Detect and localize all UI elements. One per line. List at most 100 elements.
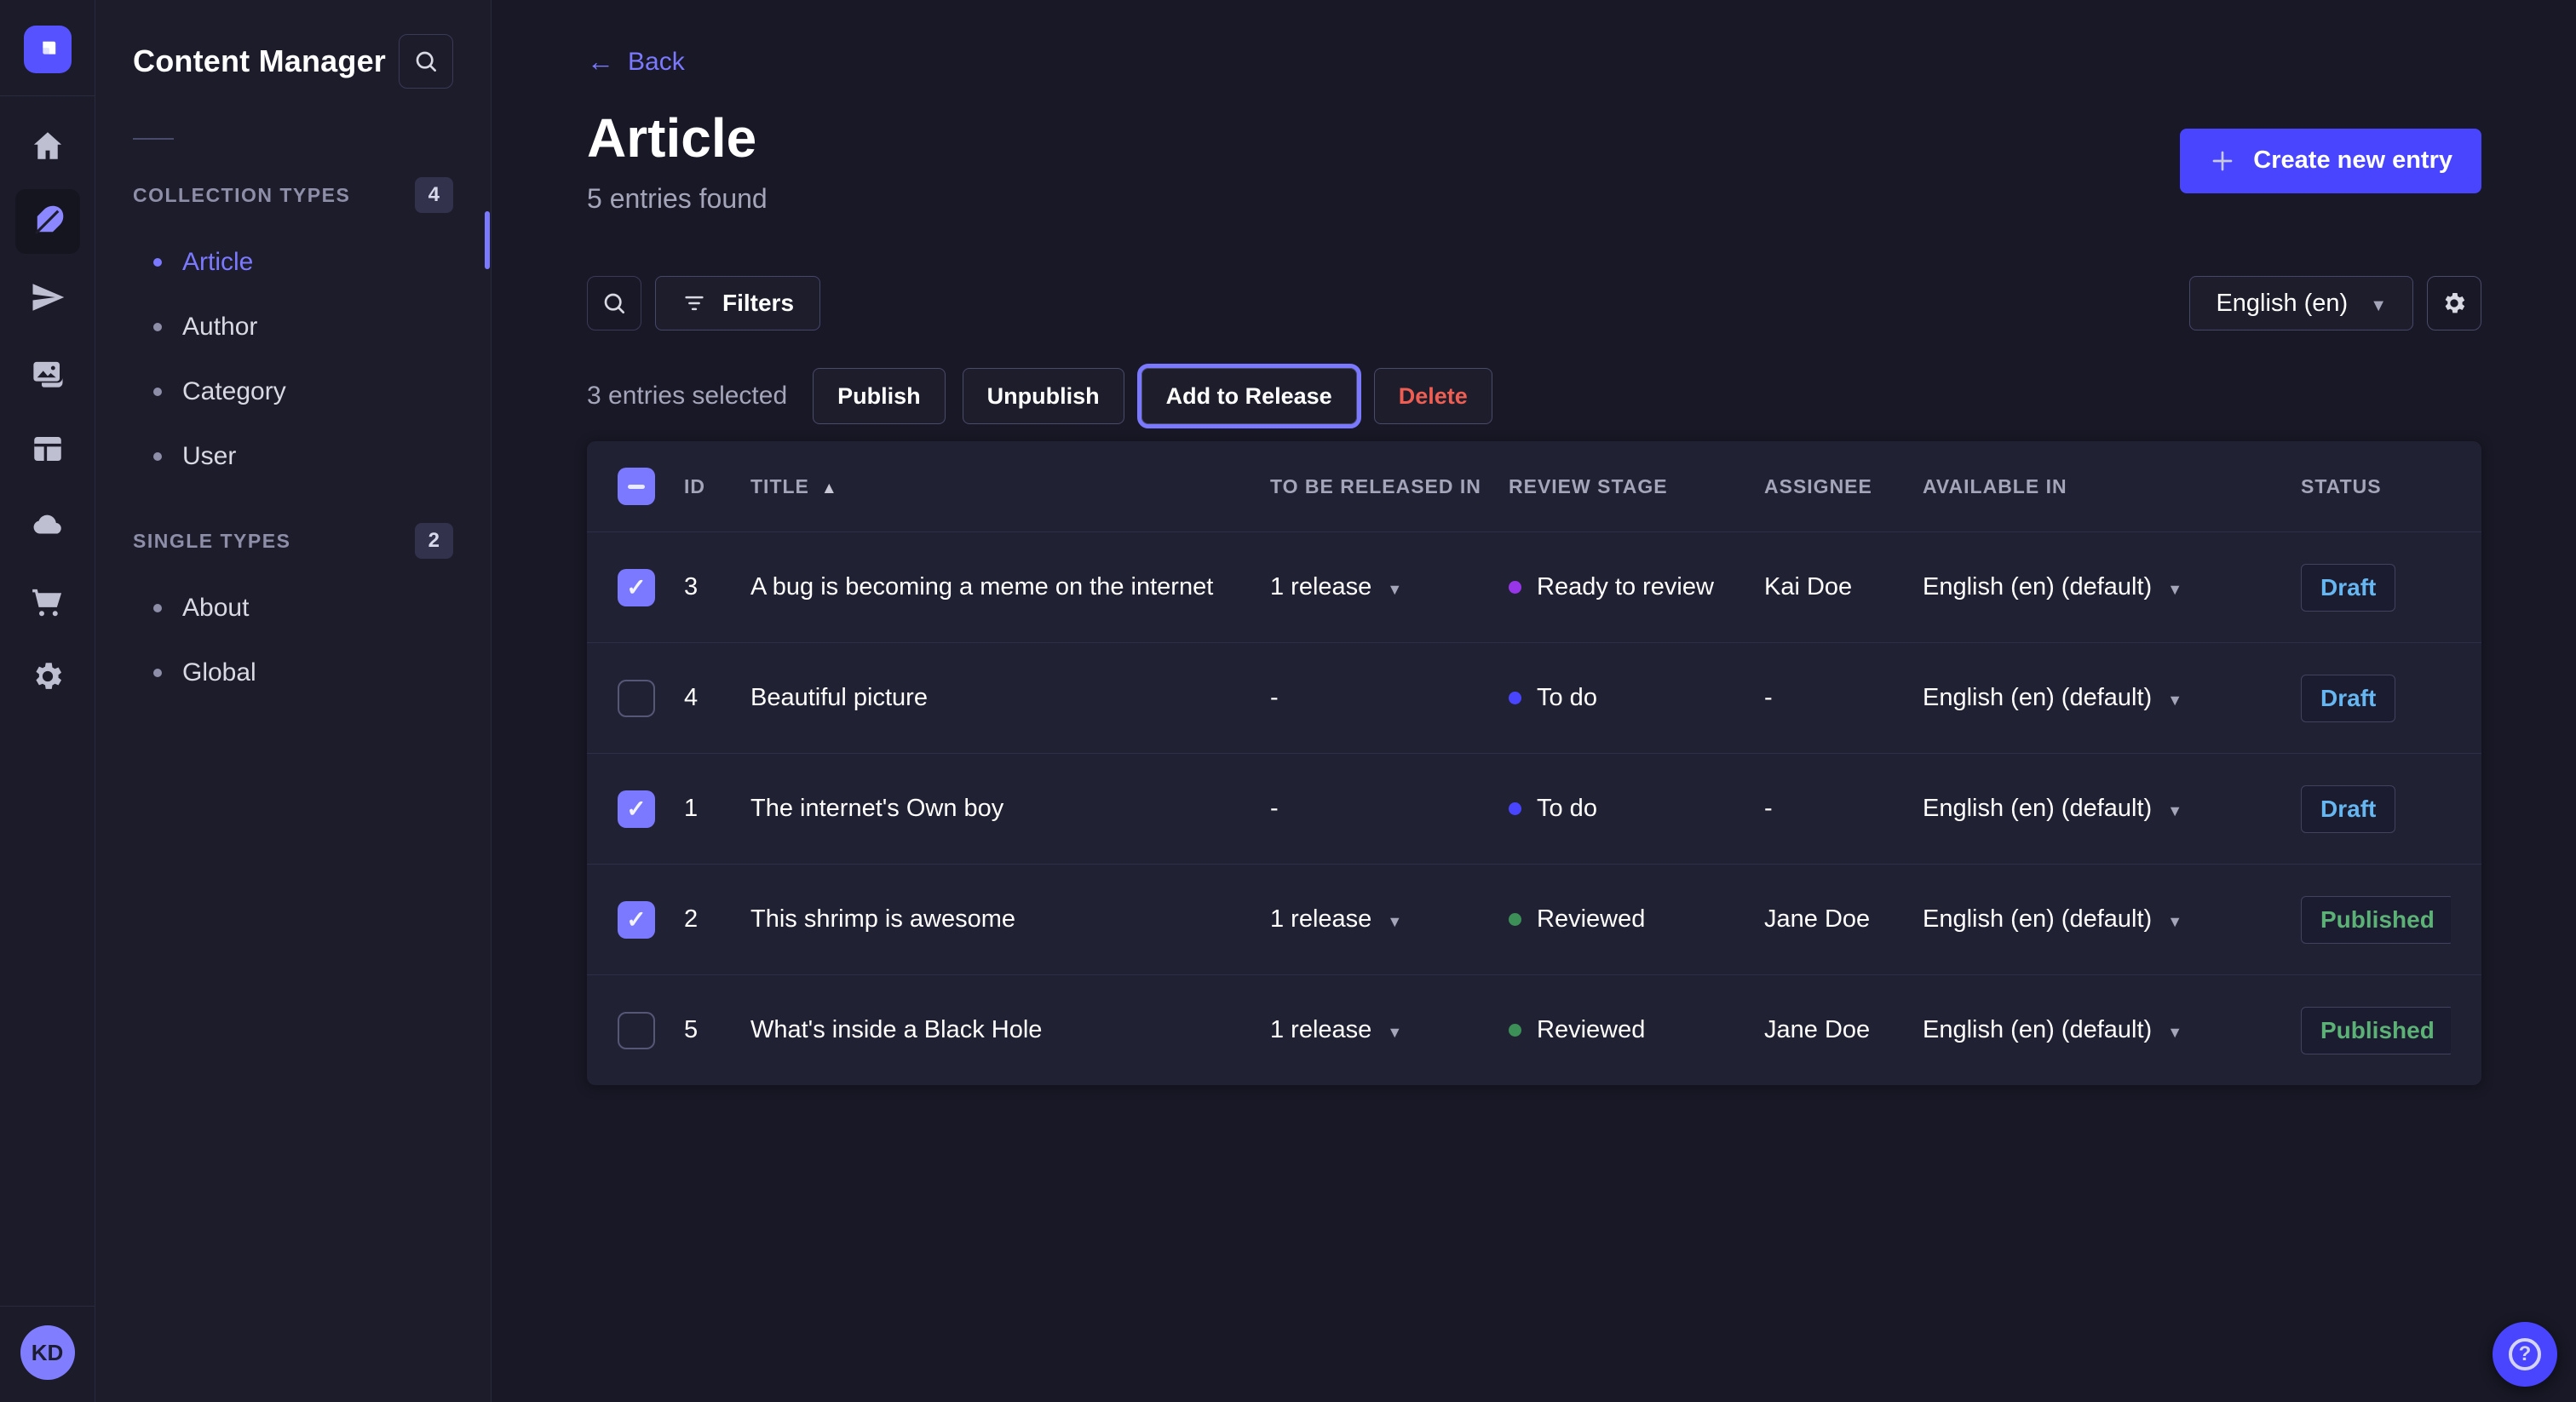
bullet-icon bbox=[153, 258, 162, 267]
cell-available-in[interactable]: English (en) (default) bbox=[1923, 795, 2301, 823]
locale-label: English (en) (default) bbox=[1923, 905, 2152, 934]
question-mark-icon bbox=[2509, 1338, 2541, 1370]
stage-label: Ready to review bbox=[1537, 573, 1714, 601]
view-settings-button[interactable] bbox=[2427, 276, 2481, 330]
cell-title: This shrimp is awesome bbox=[750, 905, 1270, 934]
filters-button[interactable]: Filters bbox=[655, 276, 820, 330]
nav-content-manager[interactable] bbox=[15, 189, 80, 254]
status-badge: Draft bbox=[2301, 675, 2395, 722]
cell-title: Beautiful picture bbox=[750, 684, 1270, 712]
cell-to-be-released-in[interactable]: 1 release bbox=[1270, 1016, 1509, 1044]
sidebar-item-user[interactable]: User bbox=[133, 424, 453, 489]
sidebar-item-author[interactable]: Author bbox=[133, 295, 453, 359]
stage-dot-icon bbox=[1509, 581, 1521, 594]
nav-media-library[interactable] bbox=[15, 341, 80, 405]
cell-available-in[interactable]: English (en) (default) bbox=[1923, 684, 2301, 712]
cell-available-in[interactable]: English (en) (default) bbox=[1923, 573, 2301, 601]
sidebar-item-article[interactable]: Article bbox=[133, 230, 453, 295]
user-avatar[interactable]: KD bbox=[20, 1325, 75, 1380]
bullet-icon bbox=[153, 388, 162, 396]
row-checkbox[interactable] bbox=[618, 790, 655, 828]
feather-icon bbox=[30, 204, 66, 239]
section-header: SINGLE TYPES2 bbox=[133, 511, 453, 576]
column-header-to-be-released-in[interactable]: TO BE RELEASED IN bbox=[1270, 475, 1509, 498]
main-content: Back Article 5 entries found Create new … bbox=[492, 0, 2576, 1402]
column-header-title[interactable]: TITLE bbox=[750, 475, 1270, 498]
sidebar-item-category[interactable]: Category bbox=[133, 359, 453, 424]
entries-table: ID TITLE TO BE RELEASED IN REVIEW STAGE … bbox=[587, 441, 2481, 1085]
cell-to-be-released-in[interactable]: 1 release bbox=[1270, 573, 1509, 601]
sidebar-section: COLLECTION TYPES4 Article Author Categor… bbox=[133, 165, 453, 489]
gear-icon bbox=[30, 658, 66, 694]
cell-available-in[interactable]: English (en) (default) bbox=[1923, 1016, 2301, 1044]
cell-status: Draft bbox=[2301, 785, 2451, 833]
add-to-release-button[interactable]: Add to Release bbox=[1141, 368, 1357, 424]
release-value: - bbox=[1270, 684, 1279, 712]
stage-label: Reviewed bbox=[1537, 1016, 1645, 1044]
stage-label: To do bbox=[1537, 795, 1597, 823]
main-nav-rail: KD bbox=[0, 0, 95, 1402]
nav-releases[interactable] bbox=[15, 265, 80, 330]
stage-dot-icon bbox=[1509, 802, 1521, 815]
row-checkbox[interactable] bbox=[618, 1012, 655, 1049]
help-button[interactable] bbox=[2493, 1322, 2557, 1387]
nav-deploy-cloud[interactable] bbox=[15, 492, 80, 557]
release-value: 1 release bbox=[1270, 1016, 1371, 1044]
cell-title: The internet's Own boy bbox=[750, 795, 1270, 823]
row-checkbox[interactable] bbox=[618, 680, 655, 717]
cell-title: What's inside a Black Hole bbox=[750, 1016, 1270, 1044]
cell-review-stage: To do bbox=[1509, 795, 1764, 823]
nav-content-type-builder[interactable] bbox=[15, 417, 80, 481]
column-header-review-stage[interactable]: REVIEW STAGE bbox=[1509, 475, 1764, 498]
bullet-icon bbox=[153, 452, 162, 461]
cell-review-stage: To do bbox=[1509, 684, 1764, 712]
search-button[interactable] bbox=[587, 276, 641, 330]
gear-icon bbox=[2441, 290, 2468, 317]
arrow-left-icon bbox=[587, 46, 614, 78]
select-all-checkbox[interactable] bbox=[618, 468, 655, 505]
section-header: COLLECTION TYPES4 bbox=[133, 165, 453, 230]
nav-settings[interactable] bbox=[15, 644, 80, 709]
nav-home[interactable] bbox=[15, 113, 80, 178]
release-value: - bbox=[1270, 795, 1279, 823]
sort-ascending-icon bbox=[821, 475, 838, 498]
table-row: 2 This shrimp is awesome 1 release Revie… bbox=[587, 864, 2481, 974]
filter-row: Filters English (en) bbox=[587, 276, 2481, 330]
section-count-badge: 2 bbox=[415, 523, 453, 559]
status-badge: Draft bbox=[2301, 785, 2395, 833]
sidebar-item-about[interactable]: About bbox=[133, 576, 453, 641]
column-header-id[interactable]: ID bbox=[684, 475, 750, 498]
active-scroll-indicator[interactable] bbox=[485, 211, 490, 269]
cell-to-be-released-in[interactable]: 1 release bbox=[1270, 905, 1509, 934]
strapi-logo[interactable] bbox=[24, 26, 72, 73]
table-row: 5 What's inside a Black Hole 1 release R… bbox=[587, 974, 2481, 1085]
back-link[interactable]: Back bbox=[587, 46, 685, 78]
cell-available-in[interactable]: English (en) (default) bbox=[1923, 905, 2301, 934]
page-title: Article bbox=[587, 106, 768, 170]
row-checkbox[interactable] bbox=[618, 901, 655, 939]
locale-select[interactable]: English (en) bbox=[2189, 276, 2413, 330]
stage-dot-icon bbox=[1509, 1024, 1521, 1037]
selected-count-text: 3 entries selected bbox=[587, 382, 787, 411]
filter-icon bbox=[681, 290, 707, 316]
cell-review-stage: Reviewed bbox=[1509, 905, 1764, 934]
nav-marketplace[interactable] bbox=[15, 568, 80, 633]
sidebar-search-button[interactable] bbox=[399, 34, 453, 89]
cell-title: A bug is becoming a meme on the internet bbox=[750, 573, 1270, 601]
row-checkbox[interactable] bbox=[618, 569, 655, 606]
cell-to-be-released-in[interactable]: - bbox=[1270, 684, 1509, 712]
column-header-assignee[interactable]: ASSIGNEE bbox=[1764, 475, 1923, 498]
column-header-status[interactable]: STATUS bbox=[2301, 475, 2451, 498]
delete-button[interactable]: Delete bbox=[1374, 368, 1492, 424]
sidebar-item-global[interactable]: Global bbox=[133, 641, 453, 705]
status-badge: Published bbox=[2301, 1007, 2451, 1054]
create-new-entry-button[interactable]: Create new entry bbox=[2180, 129, 2481, 193]
cell-assignee: Kai Doe bbox=[1764, 573, 1923, 601]
cell-assignee: Jane Doe bbox=[1764, 1016, 1923, 1044]
publish-button[interactable]: Publish bbox=[813, 368, 946, 424]
chevron-down-icon bbox=[2167, 905, 2182, 934]
unpublish-button[interactable]: Unpublish bbox=[963, 368, 1124, 424]
sidebar-section: SINGLE TYPES2 About Global bbox=[133, 511, 453, 705]
column-header-available-in[interactable]: AVAILABLE IN bbox=[1923, 475, 2301, 498]
cell-to-be-released-in[interactable]: - bbox=[1270, 795, 1509, 823]
